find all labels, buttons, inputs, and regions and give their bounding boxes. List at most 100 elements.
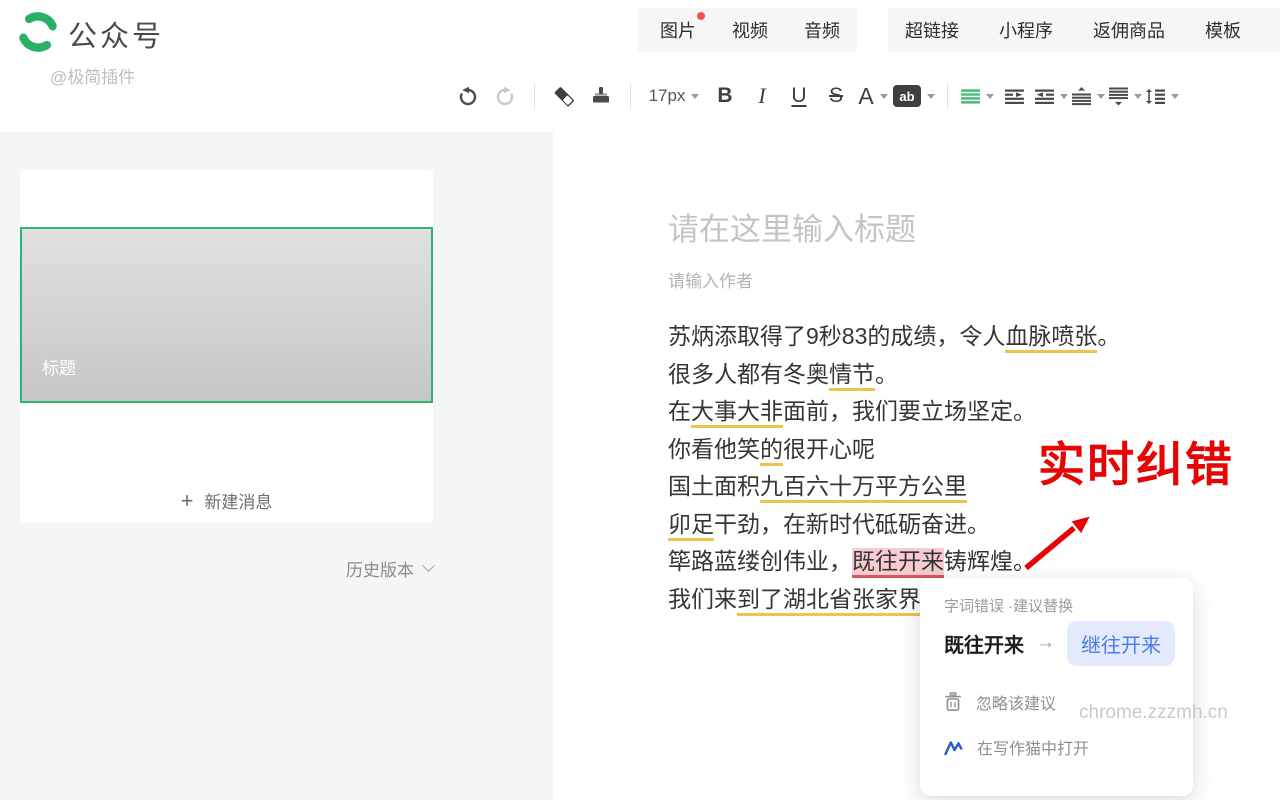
marked-text: 到了湖北省张家界 xyxy=(737,586,921,616)
indent-icon xyxy=(1005,89,1024,104)
paragraph: 苏炳添取得了9秒83的成绩，令人血脉喷张。 xyxy=(668,318,1228,356)
chevron-down-icon xyxy=(422,559,435,572)
marked-text: 的 xyxy=(760,436,783,466)
format-painter-icon xyxy=(590,85,612,107)
chevron-down-icon xyxy=(1171,94,1179,99)
line-spacing-dropdown[interactable] xyxy=(1071,77,1105,115)
strikethrough-button[interactable]: S xyxy=(819,77,853,115)
tab-video[interactable]: 视频 xyxy=(732,17,768,43)
marked-text: 情节 xyxy=(829,361,875,391)
new-message-button[interactable]: + 新建消息 xyxy=(20,488,433,513)
text-segment: 国土面积 xyxy=(668,473,760,499)
paragraph-spacing-dropdown[interactable] xyxy=(1108,77,1142,115)
popup-header: 字词错误 ·建议替换 xyxy=(944,595,1073,616)
font-color-dropdown[interactable]: A xyxy=(856,77,890,115)
notification-dot xyxy=(697,12,705,20)
format-painter-button[interactable] xyxy=(584,77,618,115)
chevron-down-icon xyxy=(880,94,888,99)
undo-button[interactable] xyxy=(451,77,485,115)
thumbnail-title-label: 标题 xyxy=(42,354,76,379)
official-account-logo-icon xyxy=(15,9,61,55)
chevron-down-icon xyxy=(927,94,935,99)
text-segment: 筚路蓝缕创伟业， xyxy=(668,548,852,574)
highlight-color-dropdown[interactable]: ab xyxy=(893,77,935,115)
line-color-dropdown[interactable] xyxy=(960,77,994,115)
eraser-icon xyxy=(553,85,576,108)
author-input[interactable]: 请输入作者 xyxy=(668,267,753,292)
text-segment: 干劲，在新时代砥砺奋进。 xyxy=(714,511,990,537)
plugin-watermark: @极简插件 xyxy=(50,63,135,88)
text-segment: 在 xyxy=(668,398,691,424)
tab-label: 图片 xyxy=(660,21,696,41)
paragraph: 在大事大非面前，我们要立场坚定。 xyxy=(668,393,1228,431)
tab-hyperlink[interactable]: 超链接 xyxy=(905,17,959,43)
font-color-label: A xyxy=(858,83,873,110)
open-in-xiezuocat-button[interactable]: 在写作猫中打开 xyxy=(944,735,1089,759)
history-version-label: 历史版本 xyxy=(346,556,414,581)
original-text: 既往开来 xyxy=(944,629,1024,658)
font-size-dropdown[interactable]: 17px xyxy=(643,77,705,115)
annotation-arrow-icon xyxy=(1016,500,1102,574)
history-version-button[interactable]: 历史版本 xyxy=(20,556,433,581)
paragraph-spacing-icon xyxy=(1109,87,1128,106)
chevron-down-icon xyxy=(691,94,699,99)
trash-icon xyxy=(944,692,962,712)
italic-button[interactable]: I xyxy=(745,77,779,115)
clear-format-button[interactable] xyxy=(547,77,581,115)
open-in-label: 在写作猫中打开 xyxy=(977,735,1089,759)
ignore-suggestion-button[interactable]: 忽略该建议 xyxy=(944,690,1056,714)
tab-mini-program[interactable]: 小程序 xyxy=(999,17,1053,43)
tab-image[interactable]: 图片 xyxy=(660,17,696,43)
redo-icon xyxy=(494,85,516,107)
title-input[interactable]: 请在这里输入标题 xyxy=(668,204,916,249)
paragraph: 筚路蓝缕创伟业，既往开来铸辉煌。 xyxy=(668,543,1228,581)
paragraph: 卯足干劲，在新时代砥砺奋进。 xyxy=(668,506,1228,544)
suggestion-button[interactable]: 继往开来 xyxy=(1067,621,1175,666)
draft-card[interactable]: 标题 + 新建消息 xyxy=(20,170,433,523)
text-indent-dropdown[interactable] xyxy=(1145,77,1179,115)
xiezuocat-logo-icon xyxy=(944,739,963,756)
text-segment: 很多人都有冬奥 xyxy=(668,361,829,387)
tab-rebate-goods[interactable]: 返佣商品 xyxy=(1093,17,1165,43)
draft-sidebar: 标题 + 新建消息 历史版本 xyxy=(0,132,553,800)
text-segment: 你看他笑 xyxy=(668,436,760,462)
insert-tab-group: 超链接 小程序 返佣商品 模板 xyxy=(888,8,1280,52)
bold-button[interactable]: B xyxy=(708,77,742,115)
line-spacing-icon xyxy=(1072,87,1091,106)
text-segment: 我们来 xyxy=(668,586,737,612)
tab-template[interactable]: 模板 xyxy=(1205,17,1241,43)
outdent-dropdown[interactable] xyxy=(1034,77,1068,115)
header: 公众号 @极简插件 图片 视频 音频 超链接 小程序 返佣商品 模板 xyxy=(0,0,1280,60)
arrow-right-icon: → xyxy=(1036,632,1055,654)
chevron-down-icon xyxy=(1134,94,1142,99)
underline-button[interactable]: U xyxy=(782,77,816,115)
text-segment: 面前，我们要立场坚定。 xyxy=(783,398,1036,424)
line-color-icon xyxy=(961,89,980,104)
marked-text: 九百六十万平方公里 xyxy=(760,473,967,503)
undo-icon xyxy=(457,85,479,107)
paragraph: 很多人都有冬奥情节。 xyxy=(668,356,1228,394)
highlight-label: ab xyxy=(893,85,921,107)
indent-button[interactable] xyxy=(997,77,1031,115)
redo-button[interactable] xyxy=(488,77,522,115)
chevron-down-icon xyxy=(1060,94,1068,99)
chevron-down-icon xyxy=(986,94,994,99)
text-segment: 苏炳添取得了9秒83的成绩，令人 xyxy=(668,323,1005,349)
marked-text: 大事大非 xyxy=(691,398,783,428)
site-watermark: chrome.zzzmh.cn xyxy=(1079,702,1228,724)
toolbar-separator xyxy=(534,83,535,110)
media-tab-group: 图片 视频 音频 xyxy=(638,8,857,52)
font-size-value: 17px xyxy=(649,86,686,106)
suggestion-row: 既往开来 → 继往开来 xyxy=(944,622,1175,664)
text-segment: 。 xyxy=(1097,323,1120,349)
toolbar-separator xyxy=(630,83,631,110)
text-indent-icon xyxy=(1146,89,1165,104)
correction-popup: 字词错误 ·建议替换 既往开来 → 继往开来 忽略该建议 在写作猫中打 xyxy=(920,578,1193,796)
outdent-icon xyxy=(1035,89,1054,104)
chevron-down-icon xyxy=(1097,94,1105,99)
ignore-label: 忽略该建议 xyxy=(976,690,1056,714)
tab-audio[interactable]: 音频 xyxy=(804,17,840,43)
cover-thumbnail[interactable]: 标题 xyxy=(20,227,433,403)
brand-title: 公众号 xyxy=(68,13,164,55)
text-segment: 。 xyxy=(875,361,898,387)
